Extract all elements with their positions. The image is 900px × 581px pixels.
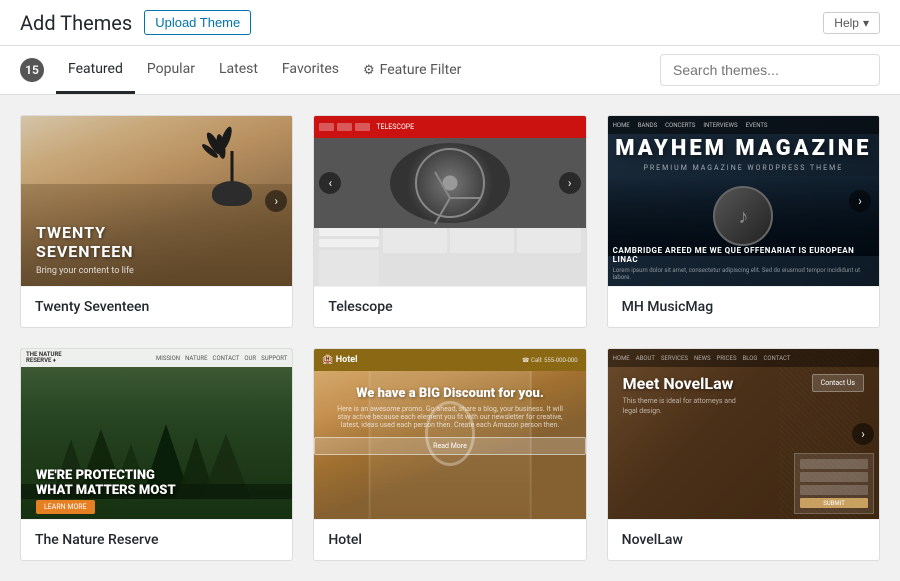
next-screenshot-arrow[interactable]: ›	[849, 190, 871, 212]
musicmag-nav: HOME BANDS CONCERTS INTERVIEWS EVENTS	[608, 116, 879, 134]
next-screenshot-arrow[interactable]: ›	[559, 172, 581, 194]
theme-screenshot-twenty-seventeen: TWENTYSEVENTEEN Bring your content to li…	[21, 116, 292, 286]
telescope-header: TELESCOPE	[314, 116, 585, 138]
novellaw-subtitle: This theme is ideal for attorneys and le…	[623, 397, 743, 417]
hotel-hero: We have a BIG Discount for you. Here is …	[314, 371, 585, 519]
theme-name-hotel: Hotel	[314, 519, 585, 560]
twenty-seventeen-label: TWENTYSEVENTEEN	[36, 223, 134, 261]
upload-theme-button[interactable]: Upload Theme	[144, 10, 251, 35]
theme-card-novellaw[interactable]: HOME ABOUT SERVICES NEWS PRICES BLOG CON…	[607, 348, 880, 561]
theme-screenshot-hotel: 🏨 Hotel ☎ Call: 555-000-000 We have a BI…	[314, 349, 585, 519]
chevron-down-icon: ▾	[863, 16, 869, 30]
telescope-hero: ‹ ›	[314, 138, 585, 228]
theme-card-mh-musicmag[interactable]: HOME BANDS CONCERTS INTERVIEWS EVENTS MA…	[607, 115, 880, 328]
nature-logo: THE NATURERESERVE ♦	[26, 352, 62, 364]
theme-name-mh-musicmag: MH MusicMag	[608, 286, 879, 327]
theme-name-telescope: Telescope	[314, 286, 585, 327]
hotel-header: 🏨 Hotel ☎ Call: 555-000-000	[314, 349, 585, 371]
nature-header: THE NATURERESERVE ♦ MISSION NATURE CONTA…	[21, 349, 292, 367]
musicmag-subtitle: PREMIUM MAGAZINE WORDPRESS THEME	[608, 164, 879, 172]
next-screenshot-arrow[interactable]: ›	[265, 190, 287, 212]
novellaw-nav: HOME ABOUT SERVICES NEWS PRICES BLOG CON…	[608, 349, 879, 367]
tab-popular[interactable]: Popular	[135, 47, 207, 94]
theme-name-twenty-seventeen: Twenty Seventeen	[21, 286, 292, 327]
musicmag-image: ♪	[608, 176, 879, 256]
themes-grid: TWENTYSEVENTEEN Bring your content to li…	[0, 95, 900, 581]
musicmag-title: MAYHEM MAGAZINE	[608, 136, 879, 161]
theme-screenshot-novellaw: HOME ABOUT SERVICES NEWS PRICES BLOG CON…	[608, 349, 879, 519]
nature-hero-text: WE'RE PROTECTINGWHAT MATTERS MOST	[36, 468, 176, 499]
theme-count-badge: 15	[20, 58, 44, 82]
tab-featured[interactable]: Featured	[56, 47, 135, 94]
theme-name-nature-reserve: The Nature Reserve	[21, 519, 292, 560]
page-header: Add Themes Upload Theme Help ▾	[0, 0, 900, 46]
novellaw-form: SUBMIT	[794, 453, 874, 514]
hotel-cta-subtitle: Here is an awesome promo. Go ahead, shar…	[314, 405, 585, 429]
nav-left: 15 Featured Popular Latest Favorites ⚙ F…	[20, 47, 473, 94]
plant-decoration	[202, 126, 262, 206]
tab-latest[interactable]: Latest	[207, 47, 270, 94]
page-title: Add Themes	[20, 11, 132, 35]
hotel-cta-text: We have a BIG Discount for you.	[314, 386, 585, 401]
gear-icon: ⚙	[363, 63, 375, 78]
help-label: Help	[834, 16, 859, 30]
theme-card-telescope[interactable]: TELESCOPE ‹ ›	[313, 115, 586, 328]
theme-screenshot-mh-musicmag: HOME BANDS CONCERTS INTERVIEWS EVENTS MA…	[608, 116, 879, 286]
theme-name-novellaw: NovelLaw	[608, 519, 879, 560]
musicmag-content: CAMBRIDGE AREED ME WE QUE OFFENARIAT IS …	[613, 246, 874, 281]
nature-cta-button: LEARN MORE	[36, 500, 95, 514]
prev-screenshot-arrow[interactable]: ‹	[319, 172, 341, 194]
header-left: Add Themes Upload Theme	[20, 10, 251, 35]
feature-filter-label: Feature Filter	[380, 62, 462, 78]
theme-screenshot-nature-reserve: THE NATURERESERVE ♦ MISSION NATURE CONTA…	[21, 349, 292, 519]
next-screenshot-arrow[interactable]: ›	[852, 423, 874, 445]
novellaw-title: Meet NovelLaw	[623, 374, 734, 393]
feature-filter[interactable]: ⚙ Feature Filter	[351, 48, 473, 92]
twenty-seventeen-subtitle: Bring your content to life	[36, 266, 134, 276]
help-button[interactable]: Help ▾	[823, 12, 880, 34]
search-input[interactable]	[660, 54, 880, 86]
telescope-content	[319, 228, 580, 286]
theme-card-nature-reserve[interactable]: THE NATURERESERVE ♦ MISSION NATURE CONTA…	[20, 348, 293, 561]
theme-card-twenty-seventeen[interactable]: TWENTYSEVENTEEN Bring your content to li…	[20, 115, 293, 328]
hotel-logo: 🏨 Hotel	[322, 355, 357, 365]
hotel-read-more-button: Read More	[314, 437, 585, 455]
nav-bar: 15 Featured Popular Latest Favorites ⚙ F…	[0, 46, 900, 95]
theme-card-hotel[interactable]: 🏨 Hotel ☎ Call: 555-000-000 We have a BI…	[313, 348, 586, 561]
tab-favorites[interactable]: Favorites	[270, 47, 351, 94]
theme-screenshot-telescope: TELESCOPE ‹ ›	[314, 116, 585, 286]
novellaw-contact-button: Contact Us	[812, 374, 864, 392]
